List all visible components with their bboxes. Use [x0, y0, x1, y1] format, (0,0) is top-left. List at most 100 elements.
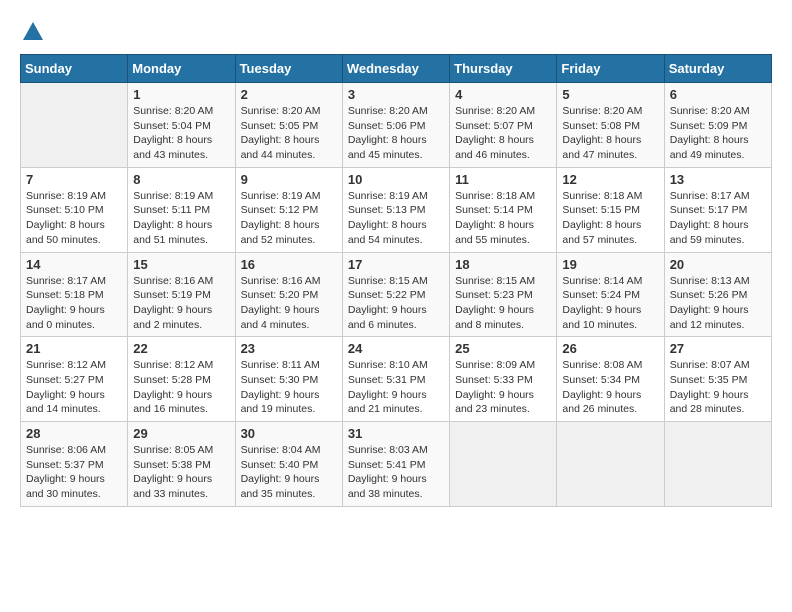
day-info: Sunrise: 8:05 AMSunset: 5:38 PMDaylight:… [133, 443, 229, 502]
day-info: Sunrise: 8:11 AMSunset: 5:30 PMDaylight:… [241, 358, 337, 417]
calendar-cell: 12Sunrise: 8:18 AMSunset: 5:15 PMDayligh… [557, 167, 664, 252]
day-info: Sunrise: 8:13 AMSunset: 5:26 PMDaylight:… [670, 274, 766, 333]
calendar-cell: 27Sunrise: 8:07 AMSunset: 5:35 PMDayligh… [664, 337, 771, 422]
calendar-week-row: 7 Sunrise: 8:19 AMSunset: 5:10 PMDaylight… [21, 167, 772, 252]
calendar-cell: 5Sunrise: 8:20 AMSunset: 5:08 PMDaylight… [557, 83, 664, 168]
day-number: 14 [26, 257, 122, 272]
day-info: Sunrise: 8:06 AMSunset: 5:37 PMDaylight:… [26, 443, 122, 502]
calendar-cell: 18 Sunrise: 8:15 AMSunset: 5:23 PMDayligh… [450, 252, 557, 337]
weekday-header-thursday: Thursday [450, 55, 557, 83]
day-info: Sunrise: 8:20 AMSunset: 5:05 PMDaylight:… [241, 104, 337, 163]
day-number: 24 [348, 341, 444, 356]
calendar-week-row: 21Sunrise: 8:12 AMSunset: 5:27 PMDayligh… [21, 337, 772, 422]
day-number: 16 [241, 257, 337, 272]
calendar-body: 1Sunrise: 8:20 AMSunset: 5:04 PMDaylight… [21, 83, 772, 507]
day-info: Sunrise: 8:04 AMSunset: 5:40 PMDaylight:… [241, 443, 337, 502]
calendar-cell: 7 Sunrise: 8:19 AMSunset: 5:10 PMDaylight… [21, 167, 128, 252]
calendar-header-row: SundayMondayTuesdayWednesdayThursdayFrid… [21, 55, 772, 83]
day-info: Sunrise: 8:19 AMSunset: 5:12 PMDaylight:… [241, 189, 337, 248]
day-number: 12 [562, 172, 658, 187]
day-number: 18 [455, 257, 551, 272]
day-number: 23 [241, 341, 337, 356]
calendar-cell: 11 Sunrise: 8:18 AMSunset: 5:14 PMDayligh… [450, 167, 557, 252]
day-number: 28 [26, 426, 122, 441]
day-info: Sunrise: 8:17 AMSunset: 5:18 PMDaylight:… [26, 274, 122, 333]
day-info: Sunrise: 8:19 AMSunset: 5:11 PMDaylight:… [133, 189, 229, 248]
calendar-cell: 15Sunrise: 8:16 AMSunset: 5:19 PMDayligh… [128, 252, 235, 337]
calendar-cell: 10Sunrise: 8:19 AMSunset: 5:13 PMDayligh… [342, 167, 449, 252]
calendar-cell: 13 Sunrise: 8:17 AMSunset: 5:17 PMDayligh… [664, 167, 771, 252]
calendar-cell: 8 Sunrise: 8:19 AMSunset: 5:11 PMDaylight… [128, 167, 235, 252]
day-number: 27 [670, 341, 766, 356]
calendar-cell: 24 Sunrise: 8:10 AMSunset: 5:31 PMDayligh… [342, 337, 449, 422]
day-info: Sunrise: 8:09 AMSunset: 5:33 PMDaylight:… [455, 358, 551, 417]
day-info: Sunrise: 8:20 AMSunset: 5:09 PMDaylight:… [670, 104, 766, 163]
logo-icon [21, 20, 45, 44]
calendar-cell: 6 Sunrise: 8:20 AMSunset: 5:09 PMDaylight… [664, 83, 771, 168]
calendar-table: SundayMondayTuesdayWednesdayThursdayFrid… [20, 54, 772, 507]
calendar-cell: 21Sunrise: 8:12 AMSunset: 5:27 PMDayligh… [21, 337, 128, 422]
day-info: Sunrise: 8:16 AMSunset: 5:20 PMDaylight:… [241, 274, 337, 333]
day-number: 11 [455, 172, 551, 187]
calendar-cell: 2 Sunrise: 8:20 AMSunset: 5:05 PMDaylight… [235, 83, 342, 168]
weekday-header-saturday: Saturday [664, 55, 771, 83]
day-number: 7 [26, 172, 122, 187]
day-number: 4 [455, 87, 551, 102]
day-number: 25 [455, 341, 551, 356]
calendar-week-row: 28 Sunrise: 8:06 AMSunset: 5:37 PMDayligh… [21, 422, 772, 507]
calendar-cell [557, 422, 664, 507]
logo [20, 20, 46, 44]
day-number: 29 [133, 426, 229, 441]
calendar-cell: 17 Sunrise: 8:15 AMSunset: 5:22 PMDayligh… [342, 252, 449, 337]
calendar-cell: 9 Sunrise: 8:19 AMSunset: 5:12 PMDaylight… [235, 167, 342, 252]
day-info: Sunrise: 8:18 AMSunset: 5:14 PMDaylight:… [455, 189, 551, 248]
day-number: 30 [241, 426, 337, 441]
calendar-cell: 22 Sunrise: 8:12 AMSunset: 5:28 PMDayligh… [128, 337, 235, 422]
day-number: 17 [348, 257, 444, 272]
calendar-week-row: 1Sunrise: 8:20 AMSunset: 5:04 PMDaylight… [21, 83, 772, 168]
day-number: 1 [133, 87, 229, 102]
day-info: Sunrise: 8:15 AMSunset: 5:22 PMDaylight:… [348, 274, 444, 333]
calendar-cell: 28 Sunrise: 8:06 AMSunset: 5:37 PMDayligh… [21, 422, 128, 507]
day-info: Sunrise: 8:12 AMSunset: 5:28 PMDaylight:… [133, 358, 229, 417]
day-info: Sunrise: 8:19 AMSunset: 5:13 PMDaylight:… [348, 189, 444, 248]
weekday-header-friday: Friday [557, 55, 664, 83]
day-number: 21 [26, 341, 122, 356]
day-number: 13 [670, 172, 766, 187]
calendar-cell: 1Sunrise: 8:20 AMSunset: 5:04 PMDaylight… [128, 83, 235, 168]
day-number: 5 [562, 87, 658, 102]
calendar-cell: 29 Sunrise: 8:05 AMSunset: 5:38 PMDayligh… [128, 422, 235, 507]
calendar-cell [450, 422, 557, 507]
calendar-cell: 20 Sunrise: 8:13 AMSunset: 5:26 PMDayligh… [664, 252, 771, 337]
day-number: 31 [348, 426, 444, 441]
calendar-cell: 14 Sunrise: 8:17 AMSunset: 5:18 PMDayligh… [21, 252, 128, 337]
day-number: 2 [241, 87, 337, 102]
day-info: Sunrise: 8:15 AMSunset: 5:23 PMDaylight:… [455, 274, 551, 333]
calendar-cell: 16 Sunrise: 8:16 AMSunset: 5:20 PMDayligh… [235, 252, 342, 337]
day-number: 3 [348, 87, 444, 102]
calendar-cell [664, 422, 771, 507]
weekday-header-sunday: Sunday [21, 55, 128, 83]
weekday-header-wednesday: Wednesday [342, 55, 449, 83]
day-number: 20 [670, 257, 766, 272]
day-number: 15 [133, 257, 229, 272]
logo-general-text [20, 20, 46, 44]
day-info: Sunrise: 8:19 AMSunset: 5:10 PMDaylight:… [26, 189, 122, 248]
calendar-cell: 26Sunrise: 8:08 AMSunset: 5:34 PMDayligh… [557, 337, 664, 422]
calendar-cell: 31 Sunrise: 8:03 AMSunset: 5:41 PMDayligh… [342, 422, 449, 507]
day-info: Sunrise: 8:17 AMSunset: 5:17 PMDaylight:… [670, 189, 766, 248]
day-info: Sunrise: 8:20 AMSunset: 5:07 PMDaylight:… [455, 104, 551, 163]
day-info: Sunrise: 8:10 AMSunset: 5:31 PMDaylight:… [348, 358, 444, 417]
day-info: Sunrise: 8:08 AMSunset: 5:34 PMDaylight:… [562, 358, 658, 417]
day-number: 6 [670, 87, 766, 102]
day-number: 22 [133, 341, 229, 356]
day-number: 19 [562, 257, 658, 272]
weekday-header-tuesday: Tuesday [235, 55, 342, 83]
calendar-cell [21, 83, 128, 168]
calendar-cell: 23 Sunrise: 8:11 AMSunset: 5:30 PMDayligh… [235, 337, 342, 422]
day-info: Sunrise: 8:14 AMSunset: 5:24 PMDaylight:… [562, 274, 658, 333]
day-number: 8 [133, 172, 229, 187]
weekday-header-monday: Monday [128, 55, 235, 83]
day-number: 9 [241, 172, 337, 187]
day-info: Sunrise: 8:03 AMSunset: 5:41 PMDaylight:… [348, 443, 444, 502]
